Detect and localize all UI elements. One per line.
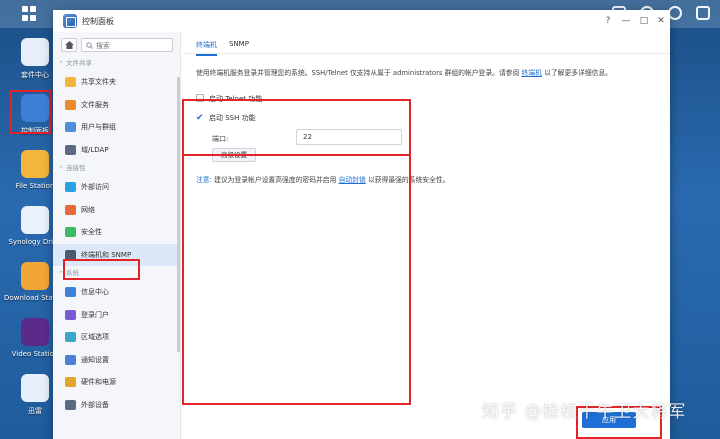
search-icon xyxy=(86,42,93,49)
watermark: 知乎 @检校千牛卫大将军 xyxy=(482,402,687,422)
sidebar-item-label: 外部设备 xyxy=(81,400,109,409)
sidebar-item[interactable]: 安全性 xyxy=(53,221,180,244)
sidebar-section-header[interactable]: 文件共享 xyxy=(53,56,180,72)
sidebar-item[interactable]: 通知设置 xyxy=(53,349,180,372)
sidebar-item-label: 共享文件夹 xyxy=(81,78,116,86)
highlight-box xyxy=(182,143,411,405)
notification-icon xyxy=(65,354,76,365)
sidebar-item-label: 外部访问 xyxy=(81,183,109,191)
sidebar: 文件共享共享文件夹文件服务用户与群组域/LDAP 连接性外部访问网络安全性终端机和… xyxy=(53,32,181,439)
tab-terminal[interactable]: 终端机 xyxy=(196,40,217,56)
app-icon xyxy=(21,150,49,178)
shield-icon xyxy=(65,227,76,237)
sidebar-scrollbar[interactable] xyxy=(177,77,180,352)
sidebar-item[interactable]: 外部访问 xyxy=(53,176,180,199)
home-button[interactable] xyxy=(61,38,77,52)
tab-bar: 终端机 SNMP xyxy=(182,32,670,56)
search-icon[interactable] xyxy=(668,6,682,20)
description-text: 使用终端机服务登录并管理您的系统。SSH/Telnet 仅支持从属于 admin… xyxy=(196,69,520,77)
folder-share-icon xyxy=(65,77,76,87)
help-button[interactable]: ? xyxy=(601,14,615,28)
highlight-box xyxy=(10,90,51,134)
ldap-icon xyxy=(65,144,76,155)
sidebar-item[interactable]: 信息中心 xyxy=(53,281,180,304)
sidebar-item-label: 信息中心 xyxy=(81,288,109,296)
tab-snmp[interactable]: SNMP xyxy=(229,40,249,48)
minimize-button[interactable]: — xyxy=(619,14,633,28)
sidebar-item-label: 安全性 xyxy=(81,228,102,236)
users-icon xyxy=(65,122,76,132)
info-icon xyxy=(65,287,76,297)
sidebar-item[interactable]: 域/LDAP xyxy=(53,139,180,162)
sidebar-item-label: 用户与群组 xyxy=(81,123,116,131)
main-menu-icon[interactable] xyxy=(22,6,38,22)
sidebar-item[interactable]: 用户与群组 xyxy=(53,116,180,139)
terminal-help-link[interactable]: 终端机 xyxy=(522,69,542,77)
sidebar-item-label: 终端机和 SNMP xyxy=(81,250,132,259)
globe-icon xyxy=(65,182,76,192)
sidebar-item[interactable]: 区域选项 xyxy=(53,326,180,349)
app-icon xyxy=(21,374,49,402)
app-icon xyxy=(21,318,49,346)
sidebar-item-label: 区域选项 xyxy=(81,333,109,341)
sidebar-section-header[interactable]: 连接性 xyxy=(53,161,180,177)
sidebar-item[interactable]: 文件服务 xyxy=(53,94,180,117)
app-icon xyxy=(21,262,49,290)
sidebar-item-label: 通知设置 xyxy=(81,355,109,364)
terminal-description: 使用终端机服务登录并管理您的系统。SSH/Telnet 仅支持从属于 admin… xyxy=(196,67,612,77)
app-icon xyxy=(21,38,49,66)
terminal-icon xyxy=(65,249,76,260)
sidebar-item-label: 域/LDAP xyxy=(81,145,109,154)
search-box[interactable] xyxy=(81,38,173,52)
control-panel-icon xyxy=(63,14,77,28)
search-input[interactable] xyxy=(96,40,170,51)
external-device-icon xyxy=(65,399,76,410)
file-services-icon xyxy=(65,99,76,110)
window-titlebar: 控制面板 ? — □ ✕ xyxy=(53,10,670,32)
sidebar-item[interactable]: 共享文件夹 xyxy=(53,71,180,94)
close-button[interactable]: ✕ xyxy=(654,14,668,28)
sidebar-item-label: 硬件和电源 xyxy=(81,378,116,386)
widgets-icon[interactable] xyxy=(696,6,710,20)
highlight-box xyxy=(63,259,140,280)
description-suffix: 以了解更多详细信息。 xyxy=(544,69,613,77)
hardware-power-icon xyxy=(65,377,76,387)
sidebar-item[interactable]: 硬件和电源 xyxy=(53,371,180,394)
sidebar-item[interactable]: 外部设备 xyxy=(53,394,180,417)
sidebar-item-label: 文件服务 xyxy=(81,100,109,109)
network-icon xyxy=(65,204,76,215)
sidebar-item[interactable]: 网络 xyxy=(53,199,180,222)
window-title: 控制面板 xyxy=(82,17,114,26)
sidebar-item-label: 网络 xyxy=(81,205,95,214)
sidebar-item-label: 登录门户 xyxy=(81,310,109,319)
sidebar-item[interactable]: 登录门户 xyxy=(53,304,180,327)
login-portal-icon xyxy=(65,309,76,320)
sidebar-nav: 文件共享共享文件夹文件服务用户与群组域/LDAP 连接性外部访问网络安全性终端机和… xyxy=(53,56,180,416)
home-icon xyxy=(65,41,74,49)
app-icon xyxy=(21,206,49,234)
region-icon xyxy=(65,332,76,342)
maximize-button[interactable]: □ xyxy=(637,14,651,28)
